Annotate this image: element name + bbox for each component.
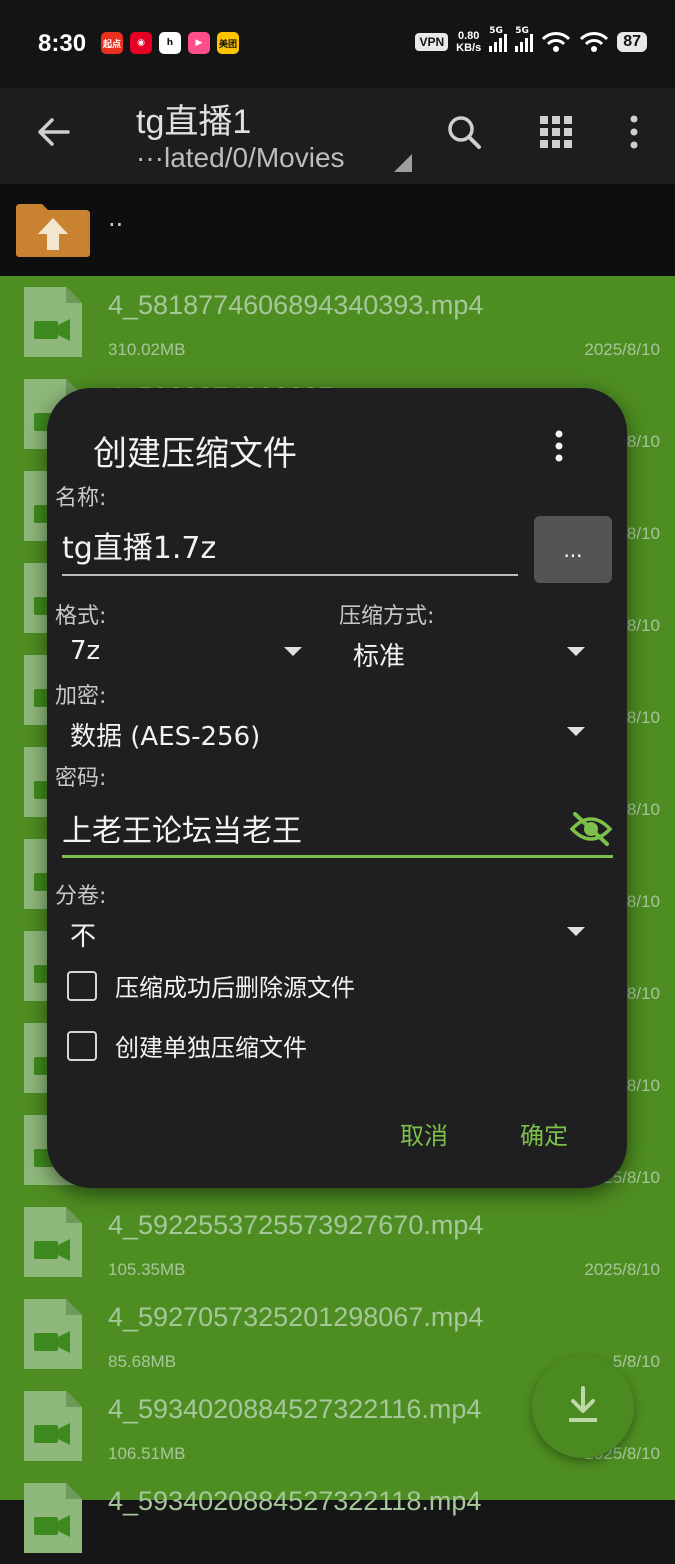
delete-source-option[interactable]: 压缩成功后删除源文件: [67, 968, 355, 1003]
parent-folder-row[interactable]: ..: [0, 184, 675, 276]
grid-view-icon[interactable]: [536, 112, 576, 152]
password-label: 密码:: [55, 766, 107, 791]
separate-archive-option[interactable]: 创建单独压缩文件: [67, 1028, 307, 1063]
create-archive-dialog: 创建压缩文件 名称: ... 格式: 压缩方式: 7z 标准 加密: 数据 (A…: [47, 388, 627, 1188]
method-value: 标准: [353, 642, 406, 672]
search-icon[interactable]: [444, 112, 484, 152]
video-file-icon: [24, 1299, 82, 1369]
file-row[interactable]: 4_5818774606894340393.mp4 310.02MB 2025/8/…: [0, 276, 675, 368]
battery-indicator: 87: [617, 32, 647, 52]
file-size: 85.68MB: [108, 1352, 177, 1371]
browse-button[interactable]: ...: [534, 516, 612, 583]
file-size: 310.02MB: [108, 340, 186, 359]
signal-icon-1: 5G: [489, 26, 508, 52]
path-selector[interactable]: ···lated/0/Movies: [136, 142, 345, 174]
file-size: 105.35MB: [108, 1260, 186, 1279]
file-date: 8/10: [626, 984, 660, 1003]
h-app-icon: h: [159, 32, 181, 54]
format-label: 格式:: [55, 604, 107, 629]
status-bar: 8:30 起点 ◉ h ▶ 美团 VPN 0.80 KB/s 5G 5G 87: [0, 0, 675, 88]
download-icon: [569, 1386, 597, 1422]
network-speed: 0.80 KB/s: [456, 30, 481, 54]
format-value: 7z: [70, 636, 101, 666]
video-app-icon: ▶: [188, 32, 210, 54]
file-row[interactable]: 4_5934020884527322118.mp4: [0, 1472, 675, 1564]
split-caret-icon: [567, 927, 585, 936]
file-date: 8/10: [626, 432, 660, 451]
speed-value: 0.80: [457, 30, 480, 42]
format-caret-icon: [284, 647, 302, 656]
status-time: 8:30: [38, 30, 87, 57]
vpn-badge: VPN: [415, 33, 449, 51]
delete-source-checkbox[interactable]: [67, 970, 97, 1001]
file-name: 4_5934020884527322116.mp4: [108, 1394, 482, 1424]
encryption-caret-icon: [567, 727, 585, 736]
file-name: 4_5927057325201298067.mp4: [108, 1302, 484, 1332]
name-label: 名称:: [55, 486, 107, 511]
file-date: 5/8/10: [612, 1352, 660, 1371]
app-toolbar: tg直播1 ···lated/0/Movies: [0, 88, 675, 184]
file-name: 4_5818774606894340393.mp4: [108, 290, 484, 320]
file-date: 8/10: [626, 800, 660, 819]
signal-2-label: 5G: [515, 26, 529, 36]
split-value: 不: [70, 922, 97, 952]
folder-title: tg直播1: [136, 103, 252, 141]
encryption-value: 数据 (AES-256): [70, 722, 261, 752]
split-label: 分卷:: [55, 884, 107, 909]
visibility-off-icon[interactable]: [569, 811, 613, 847]
separate-archive-label: 创建单独压缩文件: [115, 1034, 307, 1062]
file-name: 4_5934020884527322118.mp4: [108, 1486, 482, 1516]
wifi-plus-icon: [542, 32, 571, 52]
delete-source-label: 压缩成功后删除源文件: [115, 974, 355, 1002]
file-row[interactable]: 4_5922553725573927670.mp4 105.35MB 2025/8/…: [0, 1196, 675, 1288]
meituan-app-icon: 美团: [217, 32, 239, 54]
archive-name-input[interactable]: [62, 516, 518, 576]
video-file-icon: [24, 1483, 82, 1553]
file-name: 4_5922553725573927670.mp4: [108, 1210, 484, 1240]
method-caret-icon: [567, 647, 585, 656]
file-date: 8/10: [626, 524, 660, 543]
parent-folder-label: ..: [108, 204, 124, 232]
back-arrow-icon[interactable]: [32, 110, 76, 154]
speed-unit: KB/s: [456, 42, 482, 54]
more-options-icon[interactable]: [614, 112, 654, 152]
encryption-label: 加密:: [55, 684, 107, 709]
signal-icon-2: 5G: [515, 26, 534, 52]
video-file-icon: [24, 1207, 82, 1277]
qidian-app-icon: 起点: [101, 32, 123, 54]
file-date: 8/10: [626, 616, 660, 635]
path-dropdown-icon[interactable]: [392, 152, 414, 174]
password-underline: [62, 855, 613, 858]
file-date: 8/10: [626, 892, 660, 911]
netease-music-app-icon: ◉: [130, 32, 152, 54]
dialog-more-icon[interactable]: [547, 428, 571, 464]
notification-icons: 起点 ◉ h ▶ 美团: [101, 32, 239, 54]
wifi-icon: [580, 32, 609, 52]
file-date: 2025/8/10: [584, 1260, 660, 1279]
password-input[interactable]: [62, 800, 562, 856]
folder-up-icon: [16, 204, 90, 257]
status-right: VPN 0.80 KB/s 5G 5G 87: [415, 26, 647, 54]
file-date: 2025/8/10: [584, 340, 660, 359]
file-size: 106.51MB: [108, 1444, 186, 1463]
signal-1-label: 5G: [489, 26, 503, 36]
video-file-icon: [24, 287, 82, 357]
cancel-button[interactable]: 取消: [400, 1116, 448, 1151]
file-date: 8/10: [626, 1076, 660, 1095]
method-label: 压缩方式:: [339, 604, 435, 629]
video-file-icon: [24, 1391, 82, 1461]
ok-button[interactable]: 确定: [520, 1116, 568, 1151]
separate-archive-checkbox[interactable]: [67, 1030, 97, 1061]
dialog-title: 创建压缩文件: [93, 434, 297, 474]
download-fab[interactable]: [532, 1356, 634, 1458]
file-date: 8/10: [626, 708, 660, 727]
